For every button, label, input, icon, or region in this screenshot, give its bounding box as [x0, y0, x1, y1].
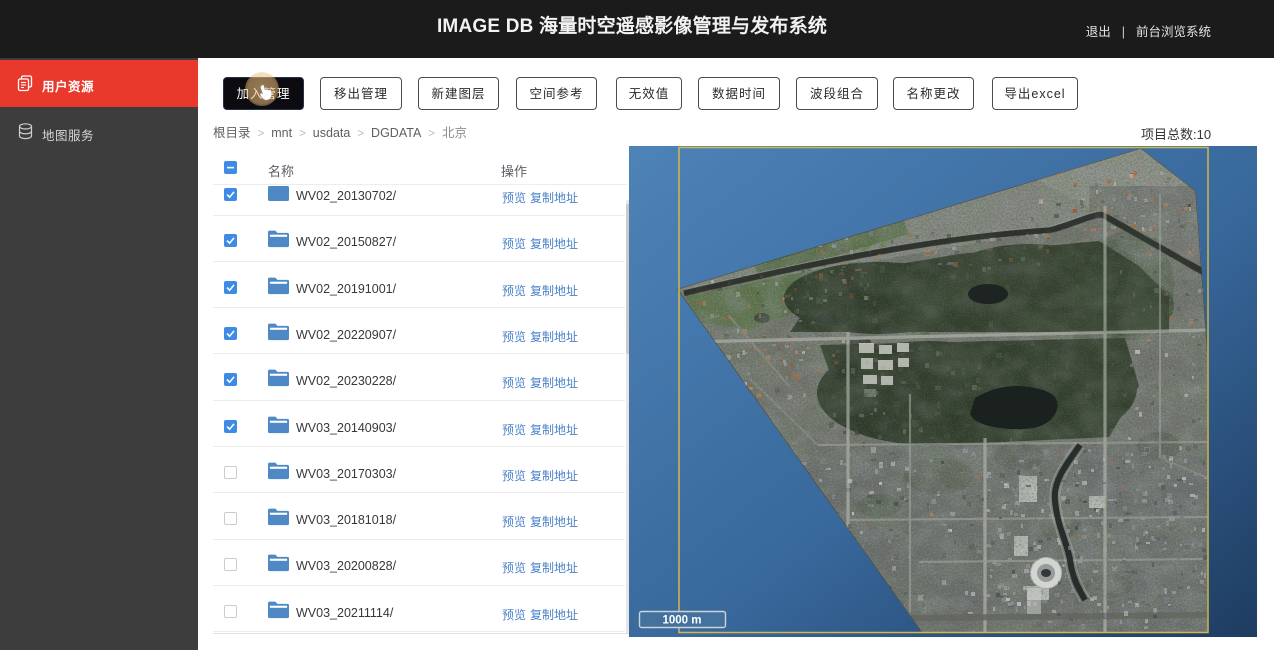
svg-text:1000 m: 1000 m — [662, 615, 701, 627]
